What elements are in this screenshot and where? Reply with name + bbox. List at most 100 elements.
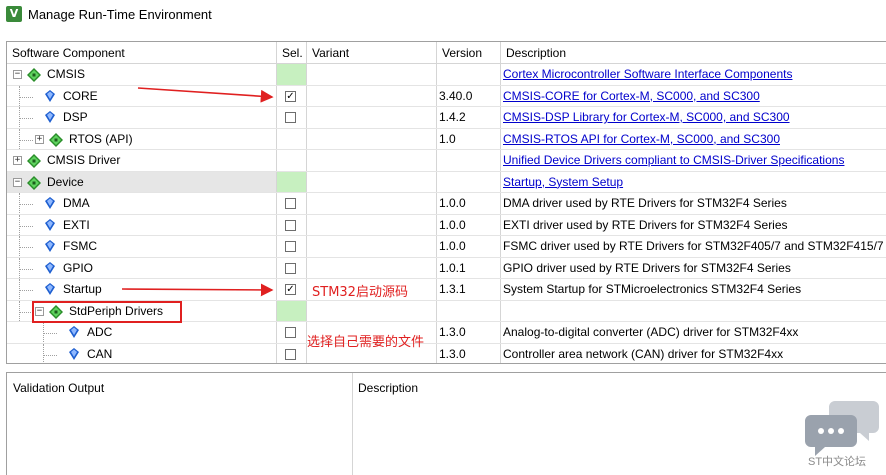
description-link[interactable]: Startup, System Setup xyxy=(503,175,623,189)
component-gem-icon xyxy=(69,326,79,338)
component-cell[interactable]: GPIO xyxy=(7,257,277,278)
select-cell[interactable]: ✓ xyxy=(277,85,307,106)
collapse-icon[interactable]: − xyxy=(13,70,22,79)
description-link[interactable]: CMSIS-DSP Library for Cortex-M, SC000, a… xyxy=(503,110,790,124)
tree-connector xyxy=(19,107,20,128)
component-cell[interactable]: DMA xyxy=(7,193,277,214)
component-row[interactable]: EXTI 1.0.0 EXTI driver used by RTE Drivers… xyxy=(7,214,886,236)
checkbox-checked[interactable]: ✓ xyxy=(285,90,296,102)
description-cell: FSMC driver used by RTE Drivers for STM3… xyxy=(501,236,886,257)
component-gem-icon xyxy=(45,261,55,274)
column-header-description[interactable]: Description xyxy=(501,42,886,64)
component-cell[interactable]: Startup xyxy=(7,279,277,300)
component-row[interactable]: CAN 1.3.0 Controller area network (CAN) dr… xyxy=(7,343,886,363)
select-cell[interactable] xyxy=(277,214,307,235)
column-header-variant[interactable]: Variant xyxy=(307,42,437,64)
component-gem-icon xyxy=(45,89,55,102)
component-row[interactable]: + RTOS (API) 1.0 CMSIS-RTOS API for Cortex-… xyxy=(7,128,886,150)
checkbox-unchecked[interactable] xyxy=(285,241,296,252)
select-cell[interactable] xyxy=(277,107,307,128)
description-link[interactable]: Unified Device Drivers compliant to CMSI… xyxy=(503,153,844,167)
select-cell xyxy=(277,150,307,171)
expand-icon[interactable]: + xyxy=(35,134,44,144)
version-cell: 1.3.0 xyxy=(437,343,501,363)
component-row[interactable]: FSMC 1.0.0 FSMC driver used by RTE Drivers… xyxy=(7,236,886,258)
description-cell: EXTI driver used by RTE Drivers for STM3… xyxy=(501,215,886,236)
column-header-version[interactable]: Version xyxy=(437,42,501,64)
expand-icon[interactable]: + xyxy=(13,156,22,165)
variant-cell xyxy=(307,193,437,214)
collapse-icon[interactable]: − xyxy=(13,177,22,187)
tree-connector xyxy=(19,300,20,321)
description-cell[interactable]: Cortex Microcontroller Software Interfac… xyxy=(501,64,886,85)
component-row[interactable]: ADC 1.3.0 Analog-to-digital converter (ADC… xyxy=(7,322,886,344)
description-link[interactable]: Cortex Microcontroller Software Interfac… xyxy=(503,67,792,81)
tree-connector xyxy=(19,85,20,106)
component-gem-icon xyxy=(69,347,79,360)
component-row[interactable]: DMA 1.0.0 DMA driver used by RTE Drivers f… xyxy=(7,193,886,215)
tree-connector xyxy=(19,204,33,205)
grid-header: Software Component Sel. Variant Version … xyxy=(7,42,886,64)
select-cell[interactable] xyxy=(277,343,307,363)
tree-connector xyxy=(19,118,33,119)
column-header-component[interactable]: Software Component xyxy=(7,42,277,64)
component-cell[interactable]: + RTOS (API) xyxy=(7,128,277,149)
checkbox-unchecked[interactable] xyxy=(285,198,296,209)
description-cell[interactable]: CMSIS-DSP Library for Cortex-M, SC000, a… xyxy=(501,107,886,128)
tree-connector xyxy=(19,236,20,257)
checkbox-unchecked[interactable] xyxy=(285,112,296,123)
tree-connector xyxy=(19,193,20,214)
window-title: Manage Run-Time Environment xyxy=(28,7,212,22)
component-row[interactable]: CORE ✓ 3.40.0 CMSIS-CORE for Cortex-M, SC00… xyxy=(7,85,886,107)
component-cell[interactable]: EXTI xyxy=(7,214,277,235)
component-label: ADC xyxy=(87,325,113,339)
select-cell[interactable] xyxy=(277,193,307,214)
checkbox-unchecked[interactable] xyxy=(285,327,296,338)
checkbox-unchecked[interactable] xyxy=(285,219,296,231)
description-cell[interactable]: CMSIS-CORE for Cortex-M, SC000, and SC30… xyxy=(501,86,886,107)
component-row[interactable]: Startup ✓ 1.3.1 System Startup for STMicroe… xyxy=(7,279,886,301)
component-row[interactable]: + CMSIS Driver Unified Device Drivers comp… xyxy=(7,150,886,172)
component-row[interactable]: GPIO 1.0.1 GPIO driver used by RTE Drivers… xyxy=(7,257,886,279)
stdperiph-highlight-box xyxy=(32,301,182,323)
tree-connector xyxy=(19,225,33,227)
component-cell[interactable]: − Device xyxy=(7,171,277,192)
select-cell[interactable] xyxy=(277,322,307,343)
component-label: FSMC xyxy=(63,239,97,253)
version-cell xyxy=(437,150,501,171)
checkbox-checked[interactable]: ✓ xyxy=(285,284,296,295)
column-header-sel[interactable]: Sel. xyxy=(277,42,307,64)
tree-connector xyxy=(19,128,20,149)
checkbox-unchecked[interactable] xyxy=(285,262,296,274)
component-cell[interactable]: + CMSIS Driver xyxy=(7,150,277,171)
description-cell: DMA driver used by RTE Drivers for STM32… xyxy=(501,193,886,214)
component-cell[interactable]: CORE xyxy=(7,85,277,106)
select-cell[interactable]: ✓ xyxy=(277,279,307,300)
tree-connector xyxy=(19,139,33,141)
description-cell[interactable]: Unified Device Drivers compliant to CMSI… xyxy=(501,150,886,171)
select-cell[interactable] xyxy=(277,257,307,278)
component-label: Startup xyxy=(63,282,102,296)
validation-panel: Validation Output Description xyxy=(6,372,886,475)
component-label: GPIO xyxy=(63,260,94,275)
component-gem-icon xyxy=(45,283,55,295)
checkbox-unchecked[interactable] xyxy=(285,348,296,360)
component-row[interactable]: − Device Startup, System Setup xyxy=(7,171,886,193)
component-cell[interactable]: FSMC xyxy=(7,236,277,257)
variant-cell xyxy=(307,236,437,257)
description-cell[interactable]: Startup, System Setup xyxy=(501,172,886,193)
description-text: FSMC driver used by RTE Drivers for STM3… xyxy=(503,239,884,253)
panel-divider[interactable] xyxy=(352,373,353,475)
component-row[interactable]: − CMSIS Cortex Microcontroller Software In… xyxy=(7,64,886,86)
select-cell xyxy=(277,300,307,321)
description-link[interactable]: CMSIS-RTOS API for Cortex-M, SC000, and … xyxy=(503,132,780,146)
component-gem-icon xyxy=(45,111,55,123)
component-cell[interactable]: ADC xyxy=(7,322,277,343)
component-cell[interactable]: DSP xyxy=(7,107,277,128)
component-cell[interactable]: − CMSIS xyxy=(7,64,277,85)
description-cell[interactable]: CMSIS-RTOS API for Cortex-M, SC000, and … xyxy=(501,129,886,150)
description-link[interactable]: CMSIS-CORE for Cortex-M, SC000, and SC30… xyxy=(503,89,760,103)
component-row[interactable]: DSP 1.4.2 CMSIS-DSP Library for Cortex-M, … xyxy=(7,107,886,129)
select-cell[interactable] xyxy=(277,236,307,257)
component-cell[interactable]: CAN xyxy=(7,343,277,363)
